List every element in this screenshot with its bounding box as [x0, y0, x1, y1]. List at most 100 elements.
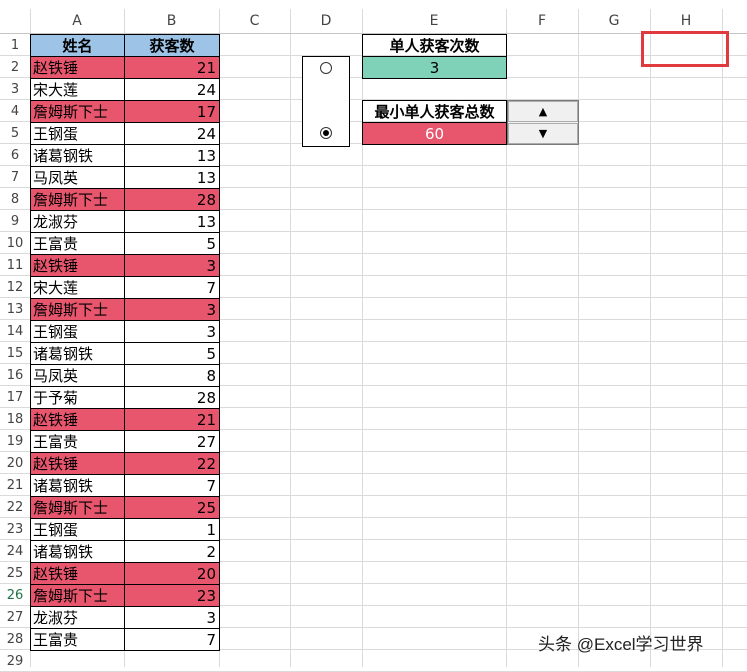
name-cell[interactable]: 赵铁锤: [30, 408, 125, 431]
spinner-up-button[interactable]: ▲: [508, 101, 578, 122]
count-cell[interactable]: 27: [124, 430, 220, 453]
name-cell[interactable]: 于予菊: [30, 386, 125, 409]
name-cell[interactable]: 赵铁锤: [30, 56, 125, 79]
count-cell[interactable]: 8: [124, 364, 220, 387]
count-cell[interactable]: 3: [124, 298, 220, 321]
count-cell[interactable]: 22: [124, 452, 220, 475]
count-cell[interactable]: 7: [124, 276, 220, 299]
name-cell[interactable]: 王钢蛋: [30, 122, 125, 145]
row-header-22[interactable]: 22: [0, 496, 30, 518]
count-cell[interactable]: 23: [124, 584, 220, 607]
name-cell[interactable]: 马凤英: [30, 166, 125, 189]
count-cell[interactable]: 24: [124, 122, 220, 145]
row-header-11[interactable]: 11: [0, 254, 30, 276]
count-cell[interactable]: 25: [124, 496, 220, 519]
row-header-21[interactable]: 21: [0, 474, 30, 496]
count-cell[interactable]: 20: [124, 562, 220, 585]
count-cell[interactable]: 24: [124, 78, 220, 101]
column-header-g[interactable]: G: [578, 9, 650, 33]
name-cell[interactable]: 詹姆斯下士: [30, 496, 125, 519]
row-header-27[interactable]: 27: [0, 606, 30, 628]
row-header-28[interactable]: 28: [0, 628, 30, 650]
count-cell[interactable]: 21: [124, 56, 220, 79]
name-cell[interactable]: 王富贵: [30, 628, 125, 651]
row-header-24[interactable]: 24: [0, 540, 30, 562]
count-cell[interactable]: 21: [124, 408, 220, 431]
name-cell[interactable]: 马凤英: [30, 364, 125, 387]
row-header-14[interactable]: 14: [0, 320, 30, 342]
count-cell[interactable]: 13: [124, 210, 220, 233]
name-column-header[interactable]: 姓名: [30, 34, 125, 57]
name-cell[interactable]: 赵铁锤: [30, 254, 125, 277]
spinner-down-button[interactable]: ▼: [508, 123, 578, 144]
select-all-corner[interactable]: [0, 9, 30, 33]
column-header-f[interactable]: F: [506, 9, 578, 33]
name-cell[interactable]: 诸葛钢铁: [30, 540, 125, 563]
row-header-26[interactable]: 26: [0, 584, 30, 606]
row-header-29[interactable]: 29: [0, 650, 30, 672]
row-header-2[interactable]: 2: [0, 56, 30, 78]
option-button-1[interactable]: [320, 62, 332, 74]
count-cell[interactable]: 3: [124, 606, 220, 629]
count-cell[interactable]: 2: [124, 540, 220, 563]
row-header-5[interactable]: 5: [0, 122, 30, 144]
row-header-4[interactable]: 4: [0, 100, 30, 122]
row-header-1[interactable]: 1: [0, 34, 30, 56]
name-cell[interactable]: 诸葛钢铁: [30, 144, 125, 167]
name-cell[interactable]: 宋大莲: [30, 78, 125, 101]
row-header-16[interactable]: 16: [0, 364, 30, 386]
name-cell[interactable]: 詹姆斯下士: [30, 100, 125, 123]
name-cell[interactable]: 赵铁锤: [30, 562, 125, 585]
min-total-value[interactable]: 60: [362, 122, 507, 145]
option-button-2[interactable]: [320, 127, 332, 139]
row-header-15[interactable]: 15: [0, 342, 30, 364]
name-cell[interactable]: 詹姆斯下士: [30, 298, 125, 321]
count-cell[interactable]: 7: [124, 474, 220, 497]
name-cell[interactable]: 诸葛钢铁: [30, 342, 125, 365]
column-header-b[interactable]: B: [124, 9, 219, 33]
name-cell[interactable]: 宋大莲: [30, 276, 125, 299]
row-header-8[interactable]: 8: [0, 188, 30, 210]
row-header-10[interactable]: 10: [0, 232, 30, 254]
row-header-12[interactable]: 12: [0, 276, 30, 298]
name-cell[interactable]: 王钢蛋: [30, 518, 125, 541]
count-cell[interactable]: 3: [124, 320, 220, 343]
count-cell[interactable]: 1: [124, 518, 220, 541]
count-cell[interactable]: 28: [124, 188, 220, 211]
row-header-7[interactable]: 7: [0, 166, 30, 188]
name-cell[interactable]: 王富贵: [30, 232, 125, 255]
row-header-9[interactable]: 9: [0, 210, 30, 232]
count-cell[interactable]: 28: [124, 386, 220, 409]
name-cell[interactable]: 王富贵: [30, 430, 125, 453]
count-cell[interactable]: 13: [124, 166, 220, 189]
count-cell[interactable]: 5: [124, 232, 220, 255]
count-cell[interactable]: 17: [124, 100, 220, 123]
count-cell[interactable]: 5: [124, 342, 220, 365]
name-cell[interactable]: 赵铁锤: [30, 452, 125, 475]
row-header-6[interactable]: 6: [0, 144, 30, 166]
name-cell[interactable]: 詹姆斯下士: [30, 188, 125, 211]
column-header-a[interactable]: A: [30, 9, 124, 33]
row-header-17[interactable]: 17: [0, 386, 30, 408]
count-cell[interactable]: 3: [124, 254, 220, 277]
row-header-19[interactable]: 19: [0, 430, 30, 452]
row-header-3[interactable]: 3: [0, 78, 30, 100]
name-cell[interactable]: 詹姆斯下士: [30, 584, 125, 607]
name-cell[interactable]: 诸葛钢铁: [30, 474, 125, 497]
row-header-23[interactable]: 23: [0, 518, 30, 540]
count-cell[interactable]: 7: [124, 628, 220, 651]
column-header-d[interactable]: D: [290, 9, 362, 33]
row-header-25[interactable]: 25: [0, 562, 30, 584]
name-cell[interactable]: 龙淑芬: [30, 210, 125, 233]
column-header-h[interactable]: H: [650, 9, 722, 33]
count-cell[interactable]: 13: [124, 144, 220, 167]
column-header-c[interactable]: C: [219, 9, 290, 33]
row-header-20[interactable]: 20: [0, 452, 30, 474]
row-header-13[interactable]: 13: [0, 298, 30, 320]
name-cell[interactable]: 王钢蛋: [30, 320, 125, 343]
count-column-header[interactable]: 获客数: [124, 34, 220, 57]
row-header-18[interactable]: 18: [0, 408, 30, 430]
column-header-e[interactable]: E: [362, 9, 506, 33]
name-cell[interactable]: 龙淑芬: [30, 606, 125, 629]
times-value[interactable]: 3: [362, 56, 507, 79]
